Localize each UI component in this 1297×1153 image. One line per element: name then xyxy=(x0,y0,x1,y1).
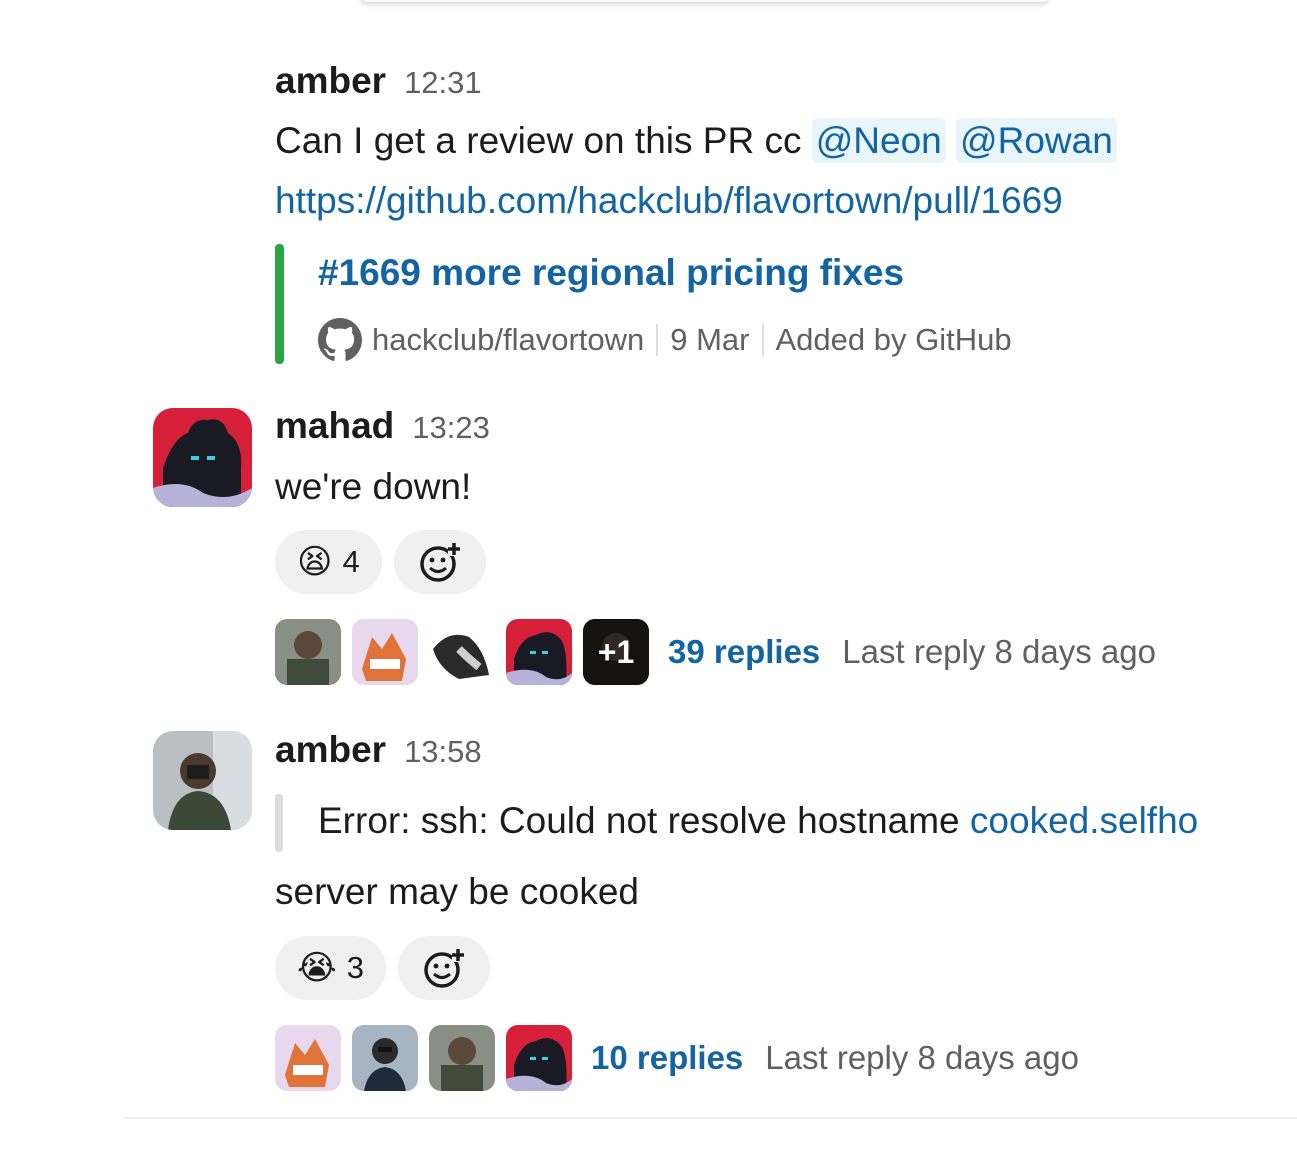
reaction-count: 3 xyxy=(346,950,364,985)
avatar-amber-image xyxy=(153,731,252,830)
author-name[interactable]: mahad xyxy=(275,405,394,446)
replies-count-link[interactable]: 10 replies xyxy=(591,1039,743,1077)
reactions-bar: 😭 3 xyxy=(275,936,490,1000)
message-text: Can I get a review on this PR cc @Neon @… xyxy=(275,118,1117,163)
unfurl-meta: hackclub/flavortown 9 Mar Added by GitHu… xyxy=(318,318,1012,362)
reactions-bar: 😫 4 xyxy=(275,530,486,594)
unfurl-accent-bar xyxy=(275,244,284,364)
slack-channel-view: amber 12:31 Can I get a review on this PR… xyxy=(0,0,1297,1153)
add-emoji-icon xyxy=(424,949,464,988)
meta-separator xyxy=(656,324,659,356)
divider xyxy=(124,1117,1297,1119)
github-icon xyxy=(318,318,362,361)
message-time[interactable]: 12:31 xyxy=(404,65,482,100)
thread-summary[interactable]: 10 replies Last reply 8 days ago xyxy=(275,1025,1079,1091)
thread-participant-avatar xyxy=(275,1025,341,1091)
add-reaction-button[interactable] xyxy=(393,530,486,594)
message-time[interactable]: 13:58 xyxy=(404,734,482,769)
add-emoji-icon xyxy=(419,543,460,582)
reaction-pill[interactable]: 😭 3 xyxy=(275,936,386,1000)
mention-neon[interactable]: @Neon xyxy=(811,118,946,163)
message-text: we're down! xyxy=(275,466,472,507)
last-reply-time: Last reply 8 days ago xyxy=(842,633,1156,670)
thread-participant-avatar xyxy=(352,619,418,685)
message-body: Can I get a review on this PR cc xyxy=(275,120,812,161)
unfurl-date: 9 Mar xyxy=(670,322,750,357)
author-name[interactable]: amber xyxy=(275,60,386,101)
reaction-pill[interactable]: 😫 4 xyxy=(275,530,382,594)
composer-shadow xyxy=(360,0,1050,2)
message-header: amber 13:58 xyxy=(275,729,482,771)
unfurl-repo[interactable]: hackclub/flavortown xyxy=(372,322,644,358)
thread-participant-avatar xyxy=(275,619,341,685)
last-reply-time: Last reply 8 days ago xyxy=(765,1039,1079,1076)
quote-body: Error: ssh: Could not resolve hostname xyxy=(318,800,970,841)
message-time[interactable]: 13:23 xyxy=(412,410,490,445)
mention-rowan[interactable]: @Rowan xyxy=(956,118,1117,163)
thread-participant-avatar xyxy=(506,619,572,685)
avatar[interactable] xyxy=(153,408,252,507)
thread-participant-avatar: +1 xyxy=(583,619,649,685)
author-name[interactable]: amber xyxy=(275,729,386,770)
meta-separator xyxy=(761,324,764,356)
quote-text: Error: ssh: Could not resolve hostname c… xyxy=(318,800,1198,842)
message-header: amber 12:31 xyxy=(275,60,482,102)
replies-count-link[interactable]: 39 replies xyxy=(668,633,820,671)
message-header: mahad 13:23 xyxy=(275,405,490,447)
thread-participant-avatar xyxy=(429,1025,495,1091)
reaction-count: 4 xyxy=(342,544,360,579)
avatar[interactable] xyxy=(153,731,252,830)
add-reaction-button[interactable] xyxy=(397,936,490,1000)
quote-bar xyxy=(275,794,283,852)
pr-link[interactable]: https://github.com/hackclub/flavortown/p… xyxy=(275,180,1063,222)
thread-summary[interactable]: +1 39 replies Last reply 8 days ago xyxy=(275,619,1156,685)
thread-participant-avatar xyxy=(352,1025,418,1091)
hostname-link[interactable]: cooked.selfho xyxy=(970,800,1198,841)
unfurl-title[interactable]: #1669 more regional pricing fixes xyxy=(318,252,904,294)
thread-participant-avatar xyxy=(506,1025,572,1091)
thread-participant-avatar xyxy=(429,619,495,685)
message-text: server may be cooked xyxy=(275,871,640,912)
crying-face-emoji-icon: 😭 xyxy=(297,949,337,987)
more-participants-count: +1 xyxy=(583,619,649,685)
avatar-mahad-image xyxy=(153,408,252,507)
tired-face-emoji-icon: 😫 xyxy=(297,543,333,581)
unfurl-added-by: Added by GitHub xyxy=(775,322,1012,357)
